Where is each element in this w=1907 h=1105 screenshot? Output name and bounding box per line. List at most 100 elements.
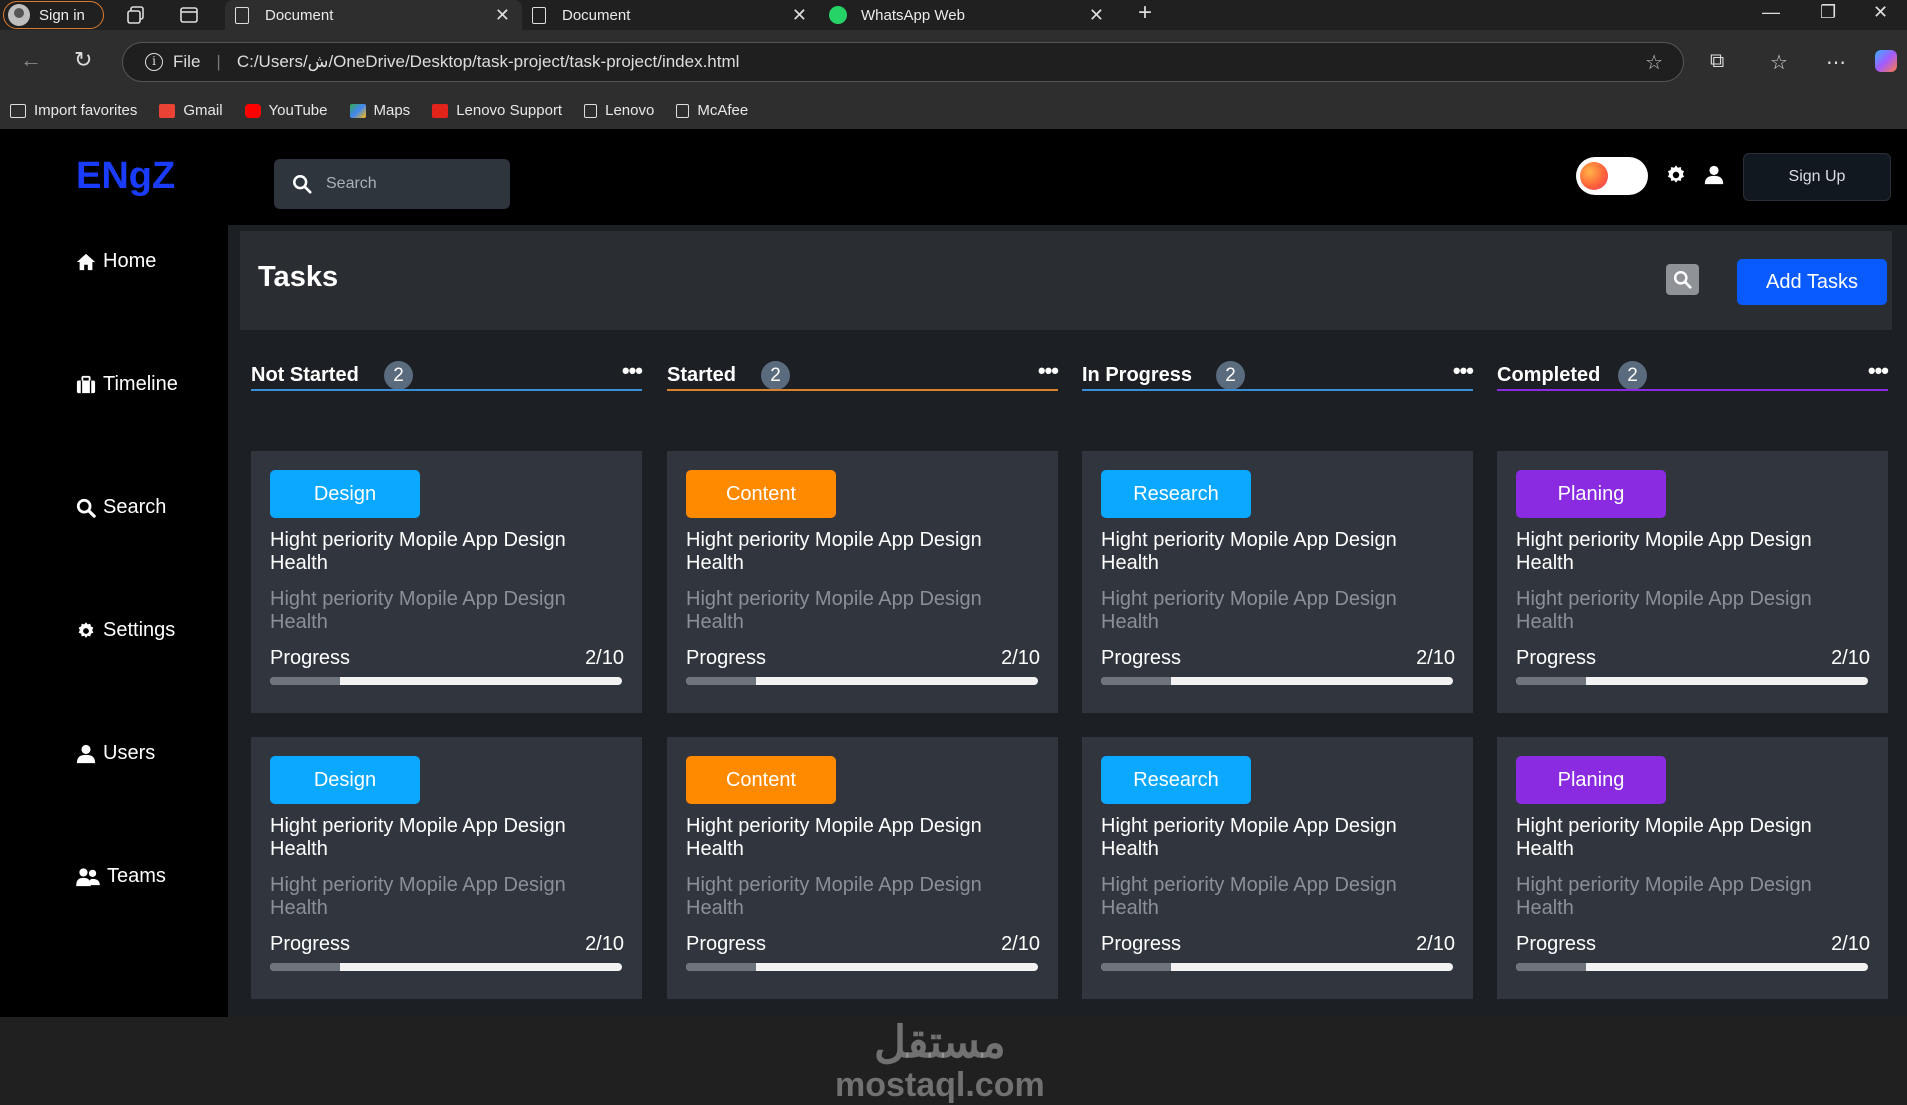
bookmark-label: Lenovo Support — [456, 102, 563, 119]
back-icon[interactable]: ← — [20, 47, 42, 73]
close-icon[interactable]: ✕ — [1089, 5, 1104, 26]
sidebar-item-teams[interactable]: Teams — [75, 865, 166, 888]
sidebar-item-home[interactable]: Home — [75, 250, 156, 273]
copilot-icon[interactable] — [1875, 50, 1897, 72]
bookmark-gmail[interactable]: Gmail — [159, 102, 223, 119]
bookmark-youtube[interactable]: YouTube — [244, 102, 328, 119]
bookmark-mcafee[interactable]: McAfee — [676, 102, 748, 119]
tag-badge[interactable]: Research — [1101, 470, 1251, 518]
workspaces-icon[interactable] — [125, 4, 147, 26]
column-divider — [1497, 389, 1888, 391]
sidebar-item-users[interactable]: Users — [75, 742, 155, 765]
task-card[interactable]: Design Hight periority Mopile App Design … — [251, 737, 642, 999]
signup-button[interactable]: Sign Up — [1743, 153, 1891, 201]
more-icon[interactable]: ••• — [1038, 358, 1059, 384]
progress-bar — [270, 677, 622, 685]
task-card[interactable]: Content Hight periority Mopile App Design… — [667, 451, 1058, 713]
progress-value: 2/10 — [1831, 647, 1870, 669]
more-icon[interactable]: ⋯ — [1826, 50, 1846, 75]
search-button[interactable] — [1666, 264, 1699, 295]
bookmark-label: YouTube — [268, 102, 328, 119]
document-icon — [676, 103, 690, 118]
gear-icon[interactable] — [1665, 164, 1687, 186]
tab-document-1[interactable]: Document ✕ — [225, 0, 522, 30]
search-icon — [293, 175, 312, 194]
progress-value: 2/10 — [1001, 647, 1040, 669]
more-icon[interactable]: ••• — [622, 358, 643, 384]
lenovo-icon — [432, 103, 449, 118]
sidebar-item-settings[interactable]: Settings — [75, 619, 175, 642]
import-icon — [10, 103, 26, 118]
browser-chrome: Sign in Document ✕ Document ✕ WhatsApp W… — [0, 0, 1907, 129]
tab-actions-icon[interactable] — [178, 4, 200, 26]
task-card[interactable]: Content Hight periority Mopile App Design… — [667, 737, 1058, 999]
task-title: Hight periority Mopile App Design Health — [1101, 815, 1397, 860]
bookmark-label: Maps — [373, 102, 411, 119]
home-icon — [76, 253, 96, 270]
restore-icon[interactable]: ❐ — [1820, 2, 1836, 23]
search-input[interactable]: Search — [274, 159, 510, 209]
task-card[interactable]: Research Hight periority Mopile App Desig… — [1082, 451, 1473, 713]
count-badge: 2 — [761, 361, 790, 390]
tag-badge[interactable]: Content — [686, 756, 836, 804]
bookmark-label: Gmail — [183, 102, 223, 119]
url-text: C:/Users/ش/OneDrive/Desktop/task-project… — [236, 52, 740, 71]
new-tab-icon[interactable]: + — [1138, 0, 1152, 27]
favorite-star-icon[interactable]: ☆ — [1645, 50, 1663, 75]
add-tasks-button[interactable]: Add Tasks — [1737, 259, 1887, 305]
task-card[interactable]: Design Hight periority Mopile App Design … — [251, 451, 642, 713]
progress-bar — [686, 963, 1038, 971]
sidebar-item-timeline[interactable]: Timeline — [75, 373, 178, 396]
progress-label: Progress — [1516, 647, 1597, 669]
watermark-arabic: مستقل — [874, 1018, 1006, 1067]
tag-badge[interactable]: Design — [270, 756, 420, 804]
bookmark-lenovo[interactable]: Lenovo — [584, 102, 654, 119]
bookmark-import-favorites[interactable]: Import favorites — [10, 102, 137, 119]
address-bar[interactable]: i File | C:/Users/ش/OneDrive/Desktop/tas… — [122, 42, 1684, 82]
tag-badge[interactable]: Planing — [1516, 470, 1666, 518]
sidebar-item-search[interactable]: Search — [75, 496, 166, 519]
progress-fill — [686, 677, 757, 685]
refresh-icon[interactable]: ↻ — [74, 47, 92, 73]
bookmarks-bar: Import favorites Gmail YouTube Maps Leno… — [0, 92, 1907, 129]
page-title: Tasks — [258, 261, 339, 293]
column-divider — [1082, 389, 1473, 391]
more-icon[interactable]: ••• — [1453, 358, 1474, 384]
close-icon[interactable]: ✕ — [792, 5, 807, 26]
task-card[interactable]: Planing Hight periority Mopile App Design… — [1497, 737, 1888, 999]
bookmark-lenovo-support[interactable]: Lenovo Support — [432, 102, 562, 119]
theme-toggle[interactable] — [1576, 157, 1648, 195]
progress-value: 2/10 — [1831, 933, 1870, 955]
progress-value: 2/10 — [1416, 647, 1455, 669]
bookmark-maps[interactable]: Maps — [349, 102, 411, 119]
tag-badge[interactable]: Planing — [1516, 756, 1666, 804]
task-card[interactable]: Planing Hight periority Mopile App Design… — [1497, 451, 1888, 713]
tag-badge[interactable]: Design — [270, 470, 420, 518]
close-icon[interactable]: ✕ — [495, 5, 510, 26]
more-icon[interactable]: ••• — [1868, 358, 1889, 384]
progress-bar — [270, 963, 622, 971]
column-header: Completed 2 ••• — [1497, 358, 1889, 391]
tab-document-2[interactable]: Document ✕ — [522, 0, 819, 30]
progress-fill — [1516, 963, 1587, 971]
info-icon[interactable]: i — [145, 53, 163, 71]
tab-whatsapp[interactable]: WhatsApp Web ✕ — [819, 0, 1116, 30]
tag-badge[interactable]: Research — [1101, 756, 1251, 804]
extensions-icon[interactable]: ⧉ — [1710, 50, 1724, 73]
tab-title: WhatsApp Web — [861, 6, 965, 24]
window-close-icon[interactable]: ✕ — [1873, 2, 1888, 23]
minimize-icon[interactable]: — — [1762, 2, 1780, 23]
sidebar-item-label: Search — [103, 496, 167, 518]
users-icon — [76, 867, 100, 886]
task-card[interactable]: Research Hight periority Mopile App Desig… — [1082, 737, 1473, 999]
favorites-icon[interactable]: ☆ — [1770, 50, 1788, 75]
profile-signin-button[interactable]: Sign in — [3, 1, 104, 29]
document-icon — [532, 6, 546, 24]
user-icon[interactable] — [1703, 164, 1725, 186]
progress-label: Progress — [270, 647, 351, 669]
tab-title: Document — [265, 6, 334, 24]
progress-value: 2/10 — [1001, 933, 1040, 955]
app-viewport: ENgZ Home Timeline Search Settings Users… — [0, 129, 1907, 1104]
progress-fill — [270, 677, 341, 685]
tag-badge[interactable]: Content — [686, 470, 836, 518]
